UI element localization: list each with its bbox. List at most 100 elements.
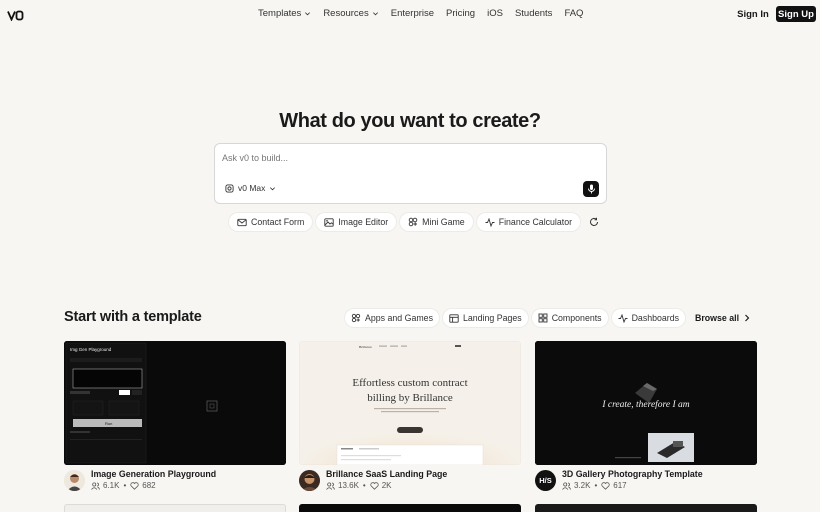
- microphone-icon: [587, 184, 595, 194]
- thumb-headline-1: Effortless custom contract: [352, 377, 467, 389]
- nav-templates[interactable]: Templates: [258, 8, 311, 19]
- top-navigation: Templates Resources Enterprise Pricing i…: [0, 0, 820, 28]
- filter-label: Dashboards: [631, 313, 680, 323]
- thumbnail-preview: Img Gen Playground Run: [64, 341, 286, 465]
- v0-logo[interactable]: [7, 8, 24, 22]
- heart-icon: [370, 481, 379, 490]
- users-icon: [562, 481, 571, 490]
- templates-section-title: Start with a template: [64, 309, 202, 325]
- template-filters: Apps and Games Landing Pages Components …: [345, 309, 750, 327]
- template-stats: 3.2K • 617: [562, 481, 627, 490]
- views-count: 6.1K: [103, 481, 120, 490]
- suggestion-label: Contact Form: [251, 217, 305, 227]
- separator-dot: •: [123, 481, 127, 490]
- views-count: 13.6K: [338, 481, 359, 490]
- template-stats: 13.6K • 2K: [326, 481, 392, 490]
- filter-label: Apps and Games: [365, 313, 433, 323]
- model-selector[interactable]: v0 Max: [225, 183, 276, 193]
- likes-stat[interactable]: 2K: [370, 481, 392, 490]
- template-card-row2-1[interactable]: [64, 504, 286, 512]
- nav-students[interactable]: Students: [515, 8, 553, 19]
- nav-pricing[interactable]: Pricing: [446, 8, 475, 19]
- nav-enterprise[interactable]: Enterprise: [391, 8, 434, 19]
- template-thumbnail[interactable]: I create, therefore I am: [535, 341, 757, 465]
- refresh-suggestions-button[interactable]: [586, 213, 602, 231]
- avatar-image: [64, 470, 85, 491]
- filter-apps-and-games[interactable]: Apps and Games: [345, 309, 439, 327]
- filter-label: Landing Pages: [462, 313, 522, 323]
- nav-resources-label: Resources: [323, 8, 369, 19]
- nav-students-label: Students: [514, 8, 553, 19]
- separator-dot: •: [362, 481, 366, 490]
- nav-ios-label: iOS: [487, 8, 503, 19]
- heart-icon: [601, 481, 610, 490]
- avatar-image: [299, 470, 320, 491]
- microphone-button[interactable]: [583, 181, 599, 197]
- activity-icon: [618, 313, 628, 323]
- model-icon: [225, 183, 234, 193]
- chevron-down-icon: [270, 186, 276, 190]
- model-label: v0 Max: [238, 183, 266, 193]
- thumb-quote: I create, therefore I am: [601, 399, 689, 410]
- thumb-title: Img Gen Playground: [70, 347, 112, 352]
- image-icon: [324, 217, 334, 227]
- template-title[interactable]: Brillance SaaS Landing Page: [326, 469, 447, 479]
- nav-templates-label: Templates: [258, 8, 302, 19]
- chevron-right-icon: [745, 314, 750, 322]
- thumb-brand: Brillance: [359, 345, 372, 349]
- template-thumbnail[interactable]: Brillance Effortless custom contract bil…: [299, 341, 521, 465]
- suggestion-contact-form[interactable]: Contact Form: [229, 213, 313, 231]
- views-stat: 3.2K: [562, 481, 590, 490]
- template-meta: Brillance SaaS Landing Page 13.6K • 2K: [299, 469, 521, 493]
- likes-stat[interactable]: 617: [601, 481, 627, 490]
- filter-dashboards[interactable]: Dashboards: [611, 309, 686, 327]
- template-card-row2-2[interactable]: [299, 504, 521, 512]
- users-icon: [91, 481, 100, 490]
- author-avatar: H/S: [535, 470, 556, 491]
- views-stat: 13.6K: [326, 481, 359, 490]
- browse-all-label: Browse all: [695, 313, 740, 323]
- browse-all-link[interactable]: Browse all: [695, 313, 750, 323]
- nav-resources[interactable]: Resources: [323, 8, 378, 19]
- nav-ios[interactable]: iOS: [487, 8, 503, 19]
- thumbnail-preview: I create, therefore I am: [535, 341, 757, 465]
- views-count: 3.2K: [574, 481, 591, 490]
- filter-landing-pages[interactable]: Landing Pages: [442, 309, 528, 327]
- hero-title: What do you want to create?: [279, 110, 541, 132]
- likes-count: 682: [142, 481, 156, 490]
- sign-in-button[interactable]: Sign In: [734, 6, 772, 22]
- heart-icon: [130, 481, 139, 490]
- refresh-icon: [590, 217, 599, 226]
- nav-pricing-label: Pricing: [446, 8, 476, 19]
- suggestion-mini-game[interactable]: Mini Game: [400, 213, 473, 231]
- nav-faq-label: FAQ: [564, 8, 584, 19]
- template-title[interactable]: 3D Gallery Photography Template: [562, 469, 703, 479]
- filter-components[interactable]: Components: [531, 309, 608, 327]
- prompt-input[interactable]: [222, 151, 582, 165]
- likes-count: 617: [613, 481, 627, 490]
- template-meta: H/S 3D Gallery Photography Template 3.2K…: [535, 469, 757, 493]
- views-stat: 6.1K: [91, 481, 119, 490]
- chevron-down-icon: [372, 12, 378, 16]
- game-icon: [408, 217, 418, 227]
- nav-faq[interactable]: FAQ: [564, 8, 583, 19]
- filter-label: Components: [551, 313, 602, 323]
- nav-links: Templates Resources Enterprise Pricing i…: [258, 8, 583, 19]
- likes-count: 2K: [381, 481, 392, 490]
- suggestion-image-editor[interactable]: Image Editor: [316, 213, 397, 231]
- sign-up-button[interactable]: Sign Up: [776, 6, 816, 22]
- author-avatar: [64, 470, 85, 491]
- template-title[interactable]: Image Generation Playground: [91, 469, 216, 479]
- layout-icon: [449, 313, 459, 323]
- suggestion-finance-calculator[interactable]: Finance Calculator: [476, 213, 581, 231]
- template-card-row2-3[interactable]: [535, 504, 757, 512]
- template-thumbnail[interactable]: Img Gen Playground Run: [64, 341, 286, 465]
- thumb-run-button: Run: [105, 421, 112, 426]
- prompt-box: v0 Max: [214, 143, 607, 204]
- avatar-initials: H/S: [539, 476, 552, 485]
- author-avatar: [299, 470, 320, 491]
- suggestion-label: Mini Game: [422, 217, 465, 227]
- likes-stat[interactable]: 682: [130, 481, 156, 490]
- grid-icon: [538, 313, 548, 323]
- mail-icon: [237, 218, 247, 226]
